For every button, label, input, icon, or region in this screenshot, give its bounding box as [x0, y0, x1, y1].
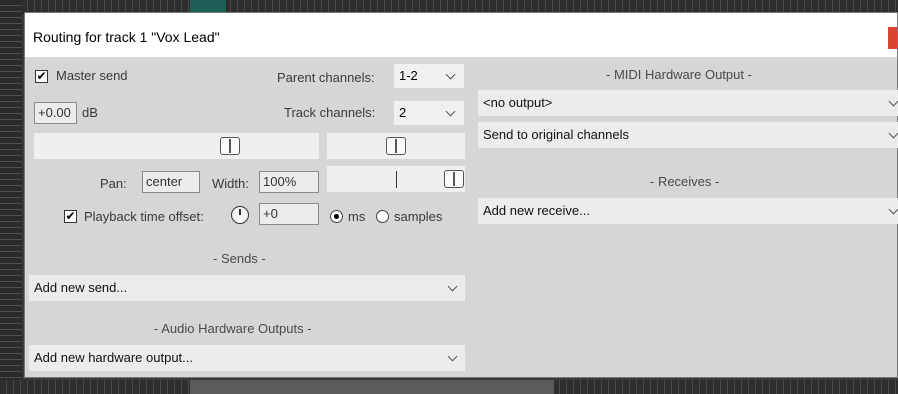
volume-field[interactable]: +0.00 — [34, 102, 77, 124]
chevron-down-icon — [445, 69, 456, 80]
routing-dialog: Routing for track 1 "Vox Lead" ✔ Master … — [24, 12, 898, 378]
chevron-down-icon — [888, 128, 898, 139]
chevron-down-icon — [445, 106, 456, 117]
parent-channels-dropdown[interactable]: 1-2 — [394, 64, 464, 88]
add-send-dropdown[interactable]: Add new send... — [29, 275, 465, 301]
midi-channels-value: Send to original channels — [483, 127, 629, 142]
dialog-title: Routing for track 1 "Vox Lead" — [33, 29, 220, 45]
title-bar[interactable]: Routing for track 1 "Vox Lead" — [25, 13, 897, 57]
add-receive-value: Add new receive... — [483, 203, 590, 218]
ms-radio-label[interactable]: ms — [348, 209, 365, 224]
chevron-down-icon — [888, 204, 898, 215]
track-channels-value: 2 — [399, 105, 407, 120]
width-field[interactable]: 100% — [259, 171, 319, 193]
sends-heading: - Sends - — [213, 251, 266, 266]
add-receive-dropdown[interactable]: Add new receive... — [478, 198, 898, 224]
track-channels-dropdown[interactable]: 2 — [394, 101, 464, 125]
playback-offset-label: Playback time offset: — [84, 209, 204, 224]
ms-radio[interactable] — [330, 210, 343, 223]
receives-heading: - Receives - — [650, 174, 720, 189]
pan-slider-handle[interactable] — [386, 137, 406, 155]
volume-slider-handle[interactable] — [220, 137, 240, 155]
audio-hw-heading: - Audio Hardware Outputs - — [154, 321, 312, 336]
mixer-panel-segment — [190, 380, 554, 394]
midi-hw-heading: - MIDI Hardware Output - — [606, 67, 752, 82]
add-hw-output-value: Add new hardware output... — [34, 350, 193, 365]
pan-field[interactable]: center — [142, 171, 200, 193]
volume-slider[interactable] — [34, 133, 319, 159]
chevron-down-icon — [447, 281, 458, 292]
midi-output-value: <no output> — [483, 95, 553, 110]
clock-icon[interactable] — [231, 206, 249, 224]
samples-radio[interactable] — [376, 210, 389, 223]
master-send-checkbox[interactable]: ✔ — [35, 70, 48, 83]
track-panel-edge — [0, 0, 22, 394]
track-channels-label: Track channels: — [284, 105, 376, 120]
samples-radio-label[interactable]: samples — [394, 209, 442, 224]
chevron-down-icon — [888, 96, 898, 107]
width-label: Width: — [212, 176, 249, 191]
master-send-label: Master send — [56, 68, 128, 83]
width-slider[interactable] — [327, 166, 465, 192]
volume-unit-label: dB — [82, 105, 98, 120]
parent-channels-label: Parent channels: — [277, 70, 375, 85]
playback-offset-checkbox[interactable]: ✔ — [64, 210, 77, 223]
midi-channels-dropdown[interactable]: Send to original channels — [478, 122, 898, 148]
add-send-value: Add new send... — [34, 280, 128, 295]
parent-channels-value: 1-2 — [399, 68, 418, 83]
playback-offset-field[interactable]: +0 — [259, 203, 319, 225]
close-button[interactable] — [888, 27, 897, 49]
midi-output-dropdown[interactable]: <no output> — [478, 90, 898, 116]
pan-slider[interactable] — [327, 133, 465, 159]
width-center-mark — [396, 171, 397, 188]
chevron-down-icon — [447, 351, 458, 362]
pan-label: Pan: — [100, 176, 127, 191]
width-slider-handle[interactable] — [444, 170, 464, 188]
add-hw-output-dropdown[interactable]: Add new hardware output... — [29, 345, 465, 371]
